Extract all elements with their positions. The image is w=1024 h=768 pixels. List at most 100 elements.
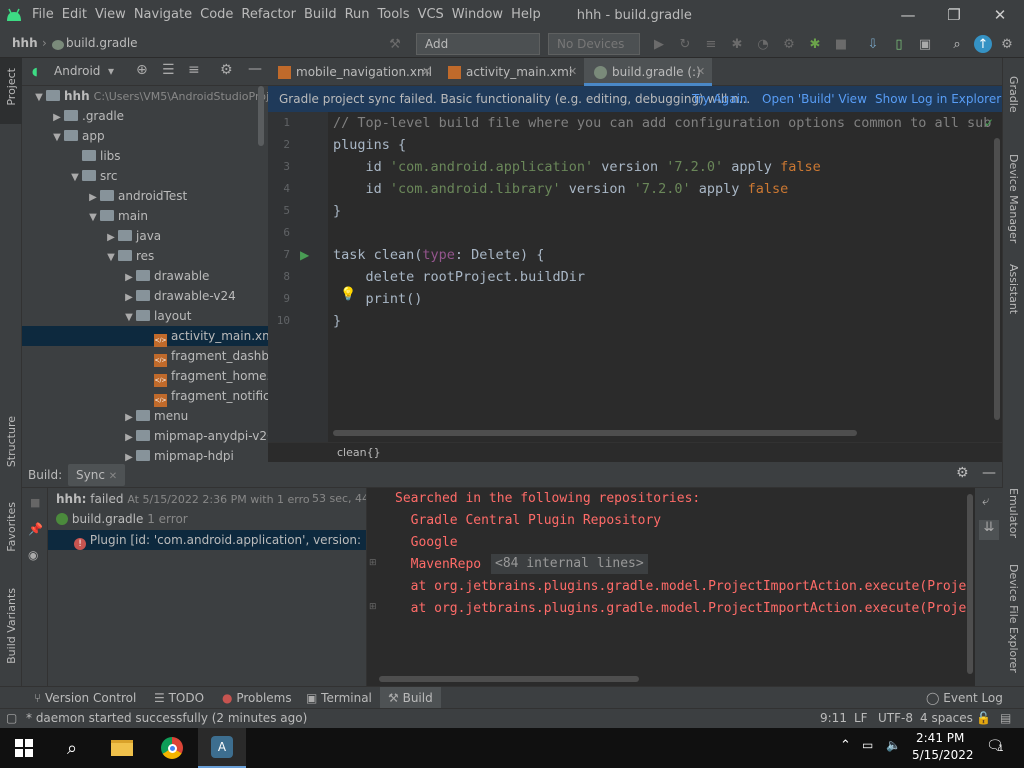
fold-icon[interactable]: ⊞ — [369, 558, 377, 568]
code-line[interactable]: } — [333, 200, 341, 222]
chevron-right-icon[interactable]: ▶ — [122, 268, 136, 288]
tab-version-control[interactable]: ⑂ Version Control — [34, 687, 136, 709]
menu-help[interactable]: Help — [507, 0, 545, 30]
chevron-down-icon[interactable]: ▾ — [108, 64, 114, 78]
minimize-icon[interactable]: — — [884, 0, 932, 30]
close-window-icon[interactable]: ✕ — [976, 0, 1024, 30]
menu-file[interactable]: File — [28, 0, 58, 30]
menu-refactor[interactable]: Refactor — [237, 0, 300, 30]
menu-vcs[interactable]: VCS — [414, 0, 448, 30]
tool-window-device-file-explorer[interactable]: Device File Explorer — [1007, 564, 1020, 673]
tree-item[interactable]: ▼ main — [22, 206, 268, 226]
tab-build[interactable]: ⚒ Build — [380, 687, 441, 709]
tool-window-project[interactable]: Project — [5, 68, 18, 106]
code-editor[interactable]: ▶ 💡 1 2 3 4 5 6 7 8 9 10 // Top-level build file … — [268, 112, 1002, 442]
scroll-to-end-icon[interactable]: ⇊ — [979, 520, 999, 540]
editor-horizontal-scrollbar[interactable] — [333, 430, 857, 436]
run-configuration-button[interactable]: Add Configuration... — [416, 33, 540, 71]
chevron-down-icon[interactable]: ▼ — [122, 308, 136, 328]
chevron-right-icon[interactable]: ▶ — [122, 448, 136, 462]
code-line[interactable]: plugins { — [333, 134, 406, 156]
code-line[interactable]: print() — [333, 288, 423, 310]
tab-terminal[interactable]: ▣ Terminal — [306, 687, 372, 709]
collapse-all-icon[interactable]: ≡ — [188, 62, 200, 78]
code-line[interactable]: id 'com.android.library' version '7.2.0'… — [333, 178, 789, 200]
build-file-row[interactable]: build.gradle 1 error — [56, 512, 188, 526]
lock-icon[interactable]: 🔓 — [976, 709, 991, 728]
tree-item[interactable]: ▶ mipmap-anydpi-v26 — [22, 426, 268, 446]
tree-item[interactable]: ▶ drawable-v24 — [22, 286, 268, 306]
chrome-icon[interactable] — [148, 728, 196, 768]
search-icon[interactable]: ⌕ — [48, 728, 96, 768]
editor-vertical-scrollbar[interactable] — [994, 138, 1000, 420]
apply-changes-icon[interactable]: ≡ — [702, 35, 720, 53]
tree-scrollbar[interactable] — [258, 86, 264, 146]
gear-icon[interactable]: ⚙ — [956, 465, 969, 481]
tree-item[interactable]: ▼ layout — [22, 306, 268, 326]
tab-activity-main[interactable]: activity_main.xml ✕ — [438, 58, 584, 86]
chevron-right-icon[interactable]: ▶ — [122, 428, 136, 448]
attach-debugger-icon[interactable]: ⚙ — [780, 35, 798, 53]
build-output[interactable]: Searched in the following repositories: … — [366, 488, 1003, 686]
locate-icon[interactable]: ⊕ — [136, 62, 148, 78]
close-tab-icon[interactable]: ✕ — [568, 58, 577, 86]
android-studio-taskbar-icon[interactable]: A — [198, 728, 246, 768]
run-icon[interactable]: ▶ — [650, 35, 668, 53]
tab-build-gradle[interactable]: build.gradle (:) ✕ — [584, 58, 712, 86]
code-line[interactable]: id 'com.android.application' version '7.… — [333, 156, 821, 178]
tool-window-emulator[interactable]: Emulator — [1007, 488, 1020, 538]
code-line[interactable]: } — [333, 310, 341, 332]
stop-icon[interactable]: ■ — [832, 35, 850, 53]
eye-icon[interactable]: ◉ — [28, 548, 38, 562]
layout-inspector-icon[interactable]: ▣ — [916, 35, 934, 53]
chevron-right-icon[interactable]: ▶ — [122, 288, 136, 308]
rerun-icon[interactable]: ↻ — [676, 35, 694, 53]
line-separator[interactable]: LF — [854, 709, 868, 728]
menu-view[interactable]: View — [91, 0, 130, 30]
network-icon[interactable]: ▭ — [862, 738, 873, 752]
show-log-link[interactable]: Show Log in Explorer — [875, 86, 1001, 112]
search-icon[interactable]: ⌕ — [948, 35, 966, 53]
tree-item[interactable]: ▶ .gradle — [22, 106, 268, 126]
tree-item[interactable]: ▼ app — [22, 126, 268, 146]
menu-tools[interactable]: Tools — [374, 0, 414, 30]
menu-navigate[interactable]: Navigate — [130, 0, 196, 30]
clock-date[interactable]: 5/15/2022 — [912, 748, 974, 762]
file-encoding[interactable]: UTF-8 — [878, 709, 913, 728]
tool-windows-icon[interactable]: ▢ — [6, 709, 17, 728]
tab-mobile-navigation[interactable]: mobile_navigation.xml ✕ — [268, 58, 438, 86]
tree-item[interactable]: </>fragment_notification — [22, 386, 268, 407]
caret-position[interactable]: 9:11 — [820, 709, 847, 728]
internal-lines-fold[interactable]: <84 internal lines> — [491, 554, 648, 574]
code-breadcrumb-item[interactable]: clean{} — [337, 444, 381, 462]
expand-all-icon[interactable]: ☰ — [162, 62, 175, 78]
tool-window-assistant[interactable]: Assistant — [1007, 264, 1020, 314]
breadcrumb-project[interactable]: hhh — [12, 36, 38, 50]
menu-run[interactable]: Run — [341, 0, 374, 30]
status-message[interactable]: * daemon started successfully (2 minutes… — [26, 709, 307, 728]
menu-code[interactable]: Code — [196, 0, 237, 30]
soft-wrap-icon[interactable]: ⤶ — [982, 494, 989, 509]
tab-event-log[interactable]: ◯ Event Log — [926, 687, 1003, 709]
memory-indicator-icon[interactable]: ▤ — [1000, 709, 1011, 728]
tool-window-favorites[interactable]: Favorites — [5, 502, 18, 552]
device-manager-icon[interactable]: ▯ — [890, 35, 908, 53]
close-tab-icon[interactable]: ✕ — [422, 58, 431, 86]
chevron-down-icon[interactable]: ▼ — [104, 248, 118, 268]
code-line[interactable]: task clean(type: Delete) { — [333, 244, 544, 266]
tool-window-structure[interactable]: Structure — [5, 416, 18, 467]
tab-todo[interactable]: ☰ TODO — [154, 687, 204, 709]
breadcrumb-file[interactable]: build.gradle — [66, 36, 138, 50]
settings-icon[interactable]: ⚙ — [998, 35, 1016, 53]
tree-item[interactable]: </> activity_main.xml — [22, 326, 268, 347]
sdk-manager-icon[interactable]: ⇩ — [864, 35, 882, 53]
volume-icon[interactable]: 🔈 — [886, 738, 901, 752]
pin-icon[interactable]: 📌 — [28, 522, 43, 536]
tab-problems[interactable]: ● Problems — [222, 687, 292, 709]
tool-window-build-variants[interactable]: Build Variants — [5, 588, 18, 664]
sync-gradle-icon[interactable]: ✱ — [806, 35, 824, 53]
tree-item[interactable]: ▼ res — [22, 246, 268, 266]
open-build-view-link[interactable]: Open 'Build' View — [762, 86, 867, 112]
chevron-right-icon[interactable]: ▶ — [86, 188, 100, 208]
clock-time[interactable]: 2:41 PM — [916, 731, 964, 745]
